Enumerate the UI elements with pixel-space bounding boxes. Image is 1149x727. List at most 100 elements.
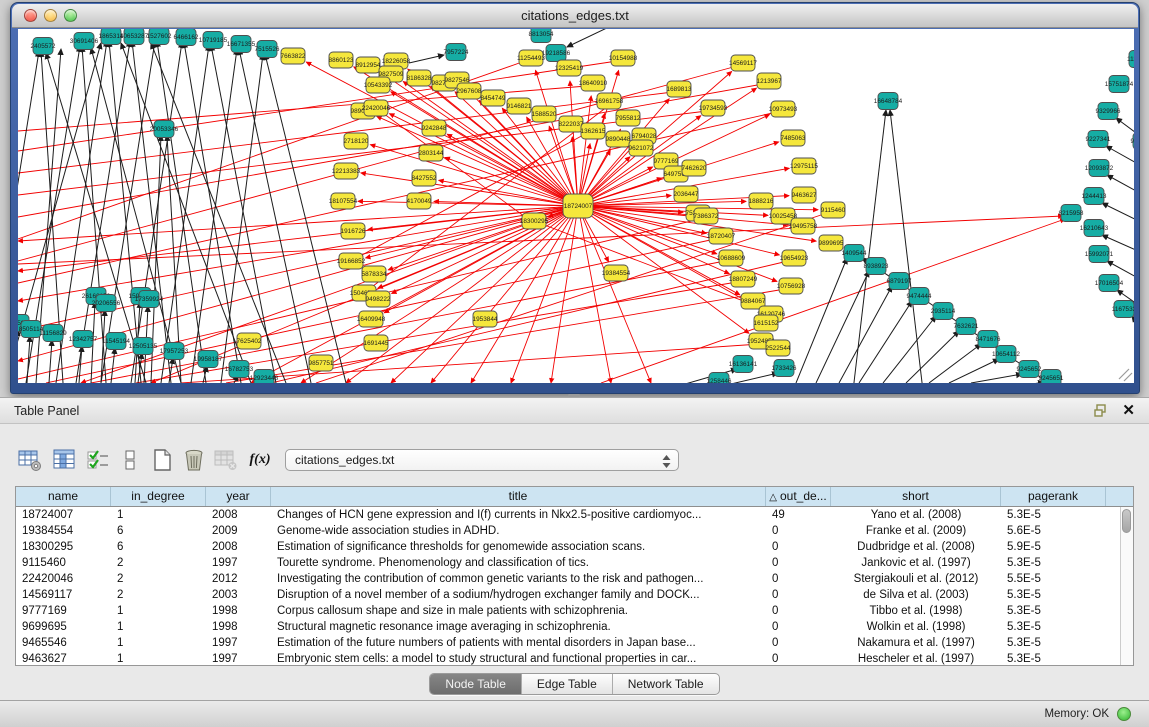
network-node[interactable]: 9890448	[606, 131, 631, 147]
network-node[interactable]: 2036447	[674, 186, 699, 202]
network-node[interactable]: 9227341	[1086, 131, 1111, 148]
network-node[interactable]: 7485063	[781, 130, 806, 146]
network-node[interactable]: 7663822	[281, 48, 306, 64]
network-node[interactable]: 18720407	[707, 228, 736, 244]
network-node[interactable]: 19384554	[602, 265, 631, 281]
network-node[interactable]: 9277345	[1131, 133, 1134, 150]
network-node[interactable]: 7957224	[444, 44, 469, 61]
new-table-button[interactable]	[148, 446, 176, 474]
network-node[interactable]: 10653287	[120, 29, 149, 45]
network-node[interactable]: 16671355	[227, 36, 256, 53]
network-node[interactable]: 15992071	[1085, 246, 1114, 263]
network-node[interactable]: 8427552	[412, 170, 437, 186]
network-node[interactable]: 8471676	[976, 331, 1001, 348]
network-node[interactable]: 16961758	[595, 93, 624, 109]
network-node[interactable]: 9899695	[819, 235, 844, 251]
network-node[interactable]: 7515526	[255, 41, 280, 58]
tab-network-table[interactable]: Network Table	[613, 674, 719, 694]
network-node[interactable]: 9463627	[792, 187, 817, 203]
scrollbar-thumb[interactable]	[1122, 509, 1131, 533]
resize-grip[interactable]	[1119, 369, 1132, 381]
network-node[interactable]: 2718120	[344, 133, 369, 149]
network-node[interactable]: 2935114	[931, 303, 956, 320]
network-node[interactable]: 2803144	[419, 145, 444, 161]
float-panel-icon[interactable]	[1094, 404, 1109, 418]
network-node[interactable]: 12975115	[790, 158, 818, 174]
network-node[interactable]: 5878334	[362, 266, 387, 282]
network-node[interactable]: 10688609	[717, 250, 746, 266]
network-node[interactable]: 19958187	[194, 351, 223, 368]
select-columns-button[interactable]	[84, 446, 112, 474]
table-vertical-scrollbar[interactable]	[1120, 507, 1133, 665]
column-header[interactable]: short	[831, 487, 1001, 506]
network-node[interactable]: 18640910	[579, 75, 608, 91]
column-header[interactable]: pagerank	[1001, 487, 1106, 506]
network-node[interactable]: 16210643	[1080, 220, 1109, 237]
network-node[interactable]: 19166852	[337, 253, 366, 269]
network-node[interactable]: 1362615	[581, 123, 606, 139]
network-node[interactable]: 11156829	[39, 325, 67, 342]
table-row[interactable]: 946554611997Estimation of the future num…	[16, 635, 1133, 651]
table-row[interactable]: 977716911998Corpus callosum shape and si…	[16, 603, 1133, 619]
network-node[interactable]: 8860123	[329, 52, 354, 68]
tab-node-table[interactable]: Node Table	[430, 674, 522, 694]
network-node[interactable]: 2522544	[766, 340, 791, 356]
table-row[interactable]: 946362711997Embryonic stem cells: a mode…	[16, 651, 1133, 666]
network-node[interactable]: 12213383	[332, 163, 361, 179]
network-node[interactable]: 7625402	[237, 333, 262, 349]
network-node[interactable]: 10973493	[769, 101, 798, 117]
network-node[interactable]: 1409544	[842, 245, 867, 262]
network-node[interactable]: 12093872	[1085, 160, 1114, 177]
network-node[interactable]: 9498222	[366, 291, 391, 307]
network-node[interactable]: 8186328	[407, 70, 432, 86]
network-node[interactable]: 1213967	[757, 73, 782, 89]
network-node[interactable]: 20053346	[150, 121, 179, 138]
table-row[interactable]: 1872400712008Changes of HCN gene express…	[16, 507, 1133, 523]
network-node[interactable]: 10154988	[609, 50, 638, 66]
network-node[interactable]: 6879197	[887, 273, 912, 290]
network-node[interactable]: 19654923	[780, 250, 809, 266]
network-node[interactable]: 1527602	[147, 29, 172, 45]
network-node[interactable]: 22420046	[362, 100, 391, 116]
network-node[interactable]: 1916726	[341, 223, 366, 239]
network-node[interactable]: 30691406	[70, 33, 99, 50]
close-panel-icon[interactable]: ✕	[1122, 401, 1135, 421]
network-node[interactable]: 17016504	[1095, 275, 1124, 292]
network-node[interactable]: 7462620	[682, 160, 707, 176]
network-node[interactable]: 18107554	[329, 193, 358, 209]
window-titlebar[interactable]: citations_edges.txt	[12, 4, 1138, 28]
network-node[interactable]: 9115460	[821, 202, 846, 218]
network-node[interactable]: 17957253	[160, 343, 189, 360]
function-builder-button[interactable]: f(x)	[246, 446, 274, 474]
network-node[interactable]: 19734593	[699, 100, 728, 116]
network-node[interactable]: 1689813	[667, 81, 692, 97]
network-node[interactable]: 18807249	[729, 271, 758, 287]
network-node[interactable]: 8454749	[481, 90, 506, 106]
network-node[interactable]: 12505135	[129, 338, 158, 355]
network-node[interactable]: 1615152	[754, 315, 779, 331]
column-header[interactable]: △out_de...	[766, 487, 831, 506]
network-node[interactable]: 9146821	[507, 98, 532, 114]
network-node[interactable]: 1244413	[1082, 188, 1107, 205]
show-columns-button[interactable]	[50, 446, 78, 474]
network-node[interactable]: 18300295	[520, 213, 549, 229]
network-node[interactable]: 19218586	[542, 45, 571, 62]
network-node[interactable]: 12923448	[250, 370, 279, 384]
network-node[interactable]: 8938923	[864, 258, 889, 275]
network-node[interactable]: 1733426	[772, 360, 797, 377]
delete-rows-trash-button[interactable]	[180, 446, 208, 474]
table-settings-button[interactable]	[16, 446, 44, 474]
network-node[interactable]: 1112845	[1127, 51, 1134, 68]
network-node[interactable]: 8215958	[1059, 205, 1084, 222]
table-select-dropdown[interactable]: citations_edges.txt	[285, 449, 679, 471]
network-node[interactable]: 10719185	[199, 32, 228, 49]
network-node[interactable]: 14569117	[729, 55, 757, 71]
network-node[interactable]: 1953844	[473, 311, 498, 327]
network-node[interactable]: 1258446	[707, 373, 732, 384]
network-node[interactable]: 7386372	[694, 208, 719, 224]
tab-edge-table[interactable]: Edge Table	[522, 674, 613, 694]
table-row[interactable]: 1456911722003Disruption of a novel membe…	[16, 587, 1133, 603]
network-node[interactable]: 8813054	[529, 29, 554, 43]
network-node[interactable]: 16648784	[874, 93, 903, 110]
network-node[interactable]: 16136141	[729, 356, 758, 373]
